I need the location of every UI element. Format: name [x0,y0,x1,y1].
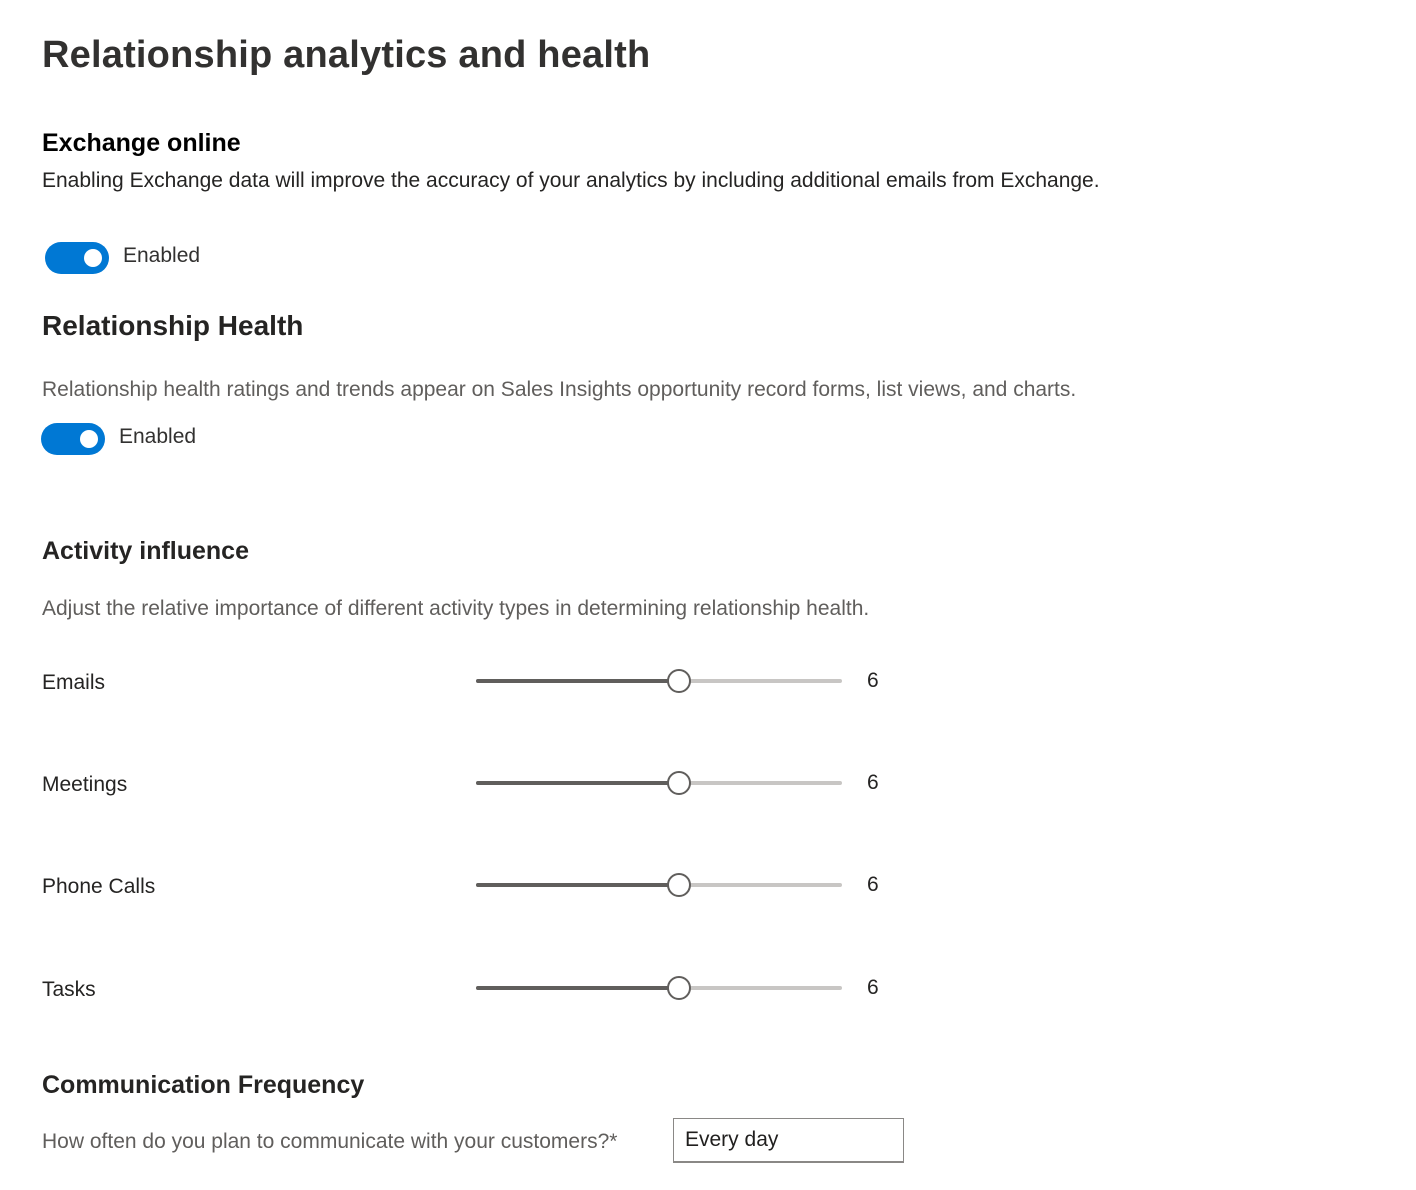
emails-value: 6 [867,669,879,692]
activity-label-meetings: Meetings [42,773,128,796]
slider-thumb[interactable] [667,976,691,1000]
health-toggle[interactable] [41,423,105,455]
slider-fill [476,883,679,887]
health-toggle-label: Enabled [119,425,197,448]
activity-section-title: Activity influence [42,537,249,565]
emails-slider[interactable] [476,669,842,693]
slider-fill [476,986,679,990]
exchange-description: Enabling Exchange data will improve the … [42,169,1100,192]
health-section-title: Relationship Health [42,310,304,341]
health-description: Relationship health ratings and trends a… [42,378,1077,401]
phone-calls-slider[interactable] [476,873,842,897]
frequency-input[interactable] [673,1118,904,1163]
exchange-toggle-label: Enabled [123,244,201,267]
toggle-knob [80,430,98,448]
exchange-toggle[interactable] [45,242,109,274]
page-title: Relationship analytics and health [42,34,651,76]
tasks-value: 6 [867,976,879,999]
toggle-knob [84,249,102,267]
slider-thumb[interactable] [667,669,691,693]
frequency-section-title: Communication Frequency [42,1071,365,1099]
slider-thumb[interactable] [667,873,691,897]
meetings-value: 6 [867,771,879,794]
activity-description: Adjust the relative importance of differ… [42,597,870,620]
activity-label-tasks: Tasks [42,978,96,1001]
phone-calls-value: 6 [867,873,879,896]
slider-fill [476,679,679,683]
frequency-question: How often do you plan to communicate wit… [42,1130,618,1153]
activity-label-phone-calls: Phone Calls [42,875,156,898]
meetings-slider[interactable] [476,771,842,795]
activity-label-emails: Emails [42,671,106,694]
tasks-slider[interactable] [476,976,842,1000]
exchange-section-title: Exchange online [42,129,241,157]
slider-fill [476,781,679,785]
slider-thumb[interactable] [667,771,691,795]
